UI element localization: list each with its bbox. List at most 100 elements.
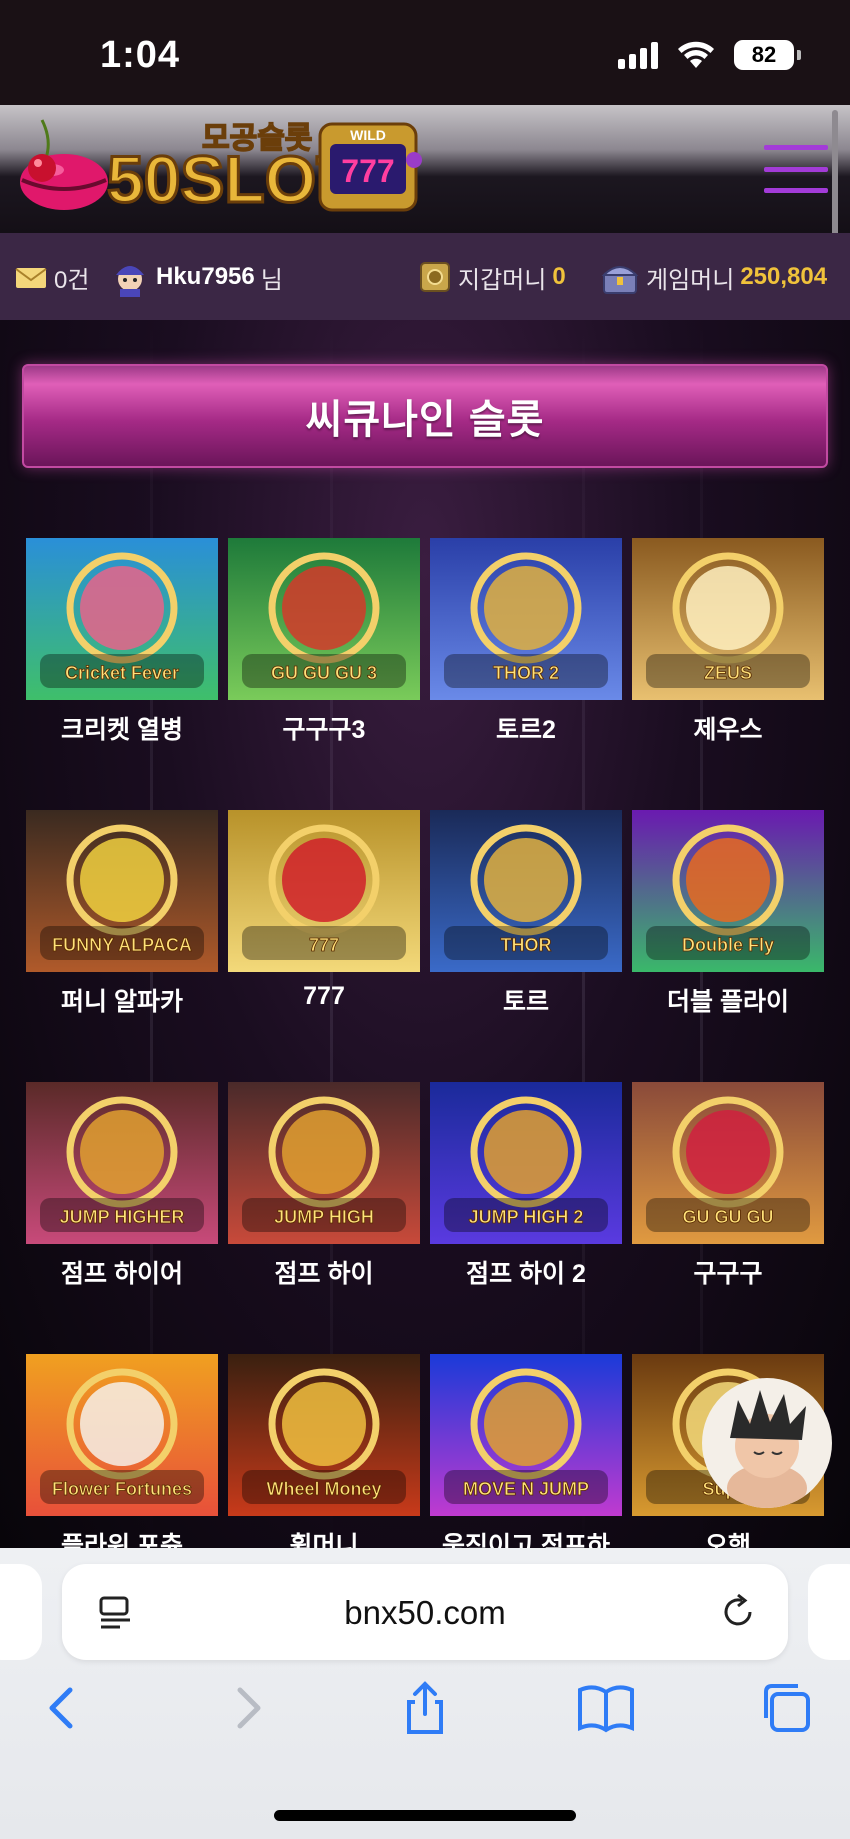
- game-thumbnail[interactable]: JUMP HIGHER: [26, 1082, 218, 1244]
- bookmarks-icon[interactable]: [576, 1678, 636, 1738]
- game-thumb-title: Double Fly: [682, 935, 774, 955]
- logo-wild-text: WILD: [350, 127, 386, 143]
- game-name[interactable]: 토르2: [430, 710, 622, 746]
- wallet-label: 지갑머니: [458, 266, 547, 294]
- site-logo[interactable]: 50SLOT 모공슬롯 777 WILD: [12, 110, 432, 230]
- share-icon[interactable]: [395, 1678, 455, 1738]
- game-artwork: ZEUS: [632, 538, 824, 700]
- game-name[interactable]: 점프 하이 2: [430, 1254, 622, 1290]
- game-card[interactable]: FUNNY ALPACA 퍼니 알파카: [26, 810, 218, 1030]
- user-avatar-icon: [116, 266, 144, 297]
- game-money-value: 250,804: [740, 263, 828, 290]
- username-suffix: 님: [260, 266, 283, 294]
- envelope-icon: [15, 268, 47, 288]
- game-thumbnail[interactable]: GU GU GU: [632, 1082, 824, 1244]
- home-indicator: [274, 1810, 576, 1821]
- floating-chat-button[interactable]: [702, 1378, 832, 1508]
- next-tab-preview[interactable]: [808, 1564, 850, 1660]
- game-artwork: Cricket Fever: [26, 538, 218, 700]
- game-thumbnail[interactable]: Double Fly: [632, 810, 824, 972]
- game-thumbnail[interactable]: Wheel Money: [228, 1354, 420, 1516]
- status-bar: 1:04 82: [0, 0, 850, 105]
- game-thumb-title: JUMP HIGH: [274, 1207, 374, 1227]
- game-card[interactable]: ZEUS 제우스: [632, 538, 824, 758]
- reload-icon[interactable]: [718, 1592, 758, 1632]
- game-artwork: Double Fly: [632, 810, 824, 972]
- game-money-label: 게임머니: [646, 266, 735, 294]
- game-card[interactable]: Double Fly 더블 플라이: [632, 810, 824, 1030]
- user-info-bar: 0건 Hku7956 님 지갑머니 0 게임머니 250,804: [0, 233, 850, 320]
- game-card[interactable]: GU GU GU 3 구구구3: [228, 538, 420, 758]
- game-card[interactable]: JUMP HIGHER 점프 하이어: [26, 1082, 218, 1302]
- user-profile[interactable]: Hku7956 님: [110, 257, 283, 297]
- game-thumbnail[interactable]: ZEUS: [632, 538, 824, 700]
- game-thumb-title: FUNNY ALPACA: [52, 935, 192, 955]
- game-artwork: JUMP HIGH 2: [430, 1082, 622, 1244]
- game-card[interactable]: JUMP HIGH 점프 하이: [228, 1082, 420, 1302]
- game-thumbnail[interactable]: MOVE N JUMP: [430, 1354, 622, 1516]
- game-card[interactable]: JUMP HIGH 2 점프 하이 2: [430, 1082, 622, 1302]
- address-bar[interactable]: bnx50.com: [62, 1564, 788, 1660]
- game-artwork: JUMP HIGH: [228, 1082, 420, 1244]
- messages-link[interactable]: 0건: [14, 257, 89, 297]
- game-name[interactable]: 점프 하이어: [26, 1254, 218, 1290]
- game-thumbnail[interactable]: THOR: [430, 810, 622, 972]
- game-thumb-title: Wheel Money: [266, 1479, 381, 1499]
- game-name[interactable]: 구구구3: [228, 710, 420, 746]
- forward-icon[interactable]: [216, 1678, 276, 1738]
- previous-tab-preview[interactable]: [0, 1564, 42, 1660]
- wallet-value: 0: [552, 263, 566, 290]
- game-name[interactable]: 777: [228, 982, 420, 1011]
- page-scrollbar[interactable]: [832, 110, 838, 250]
- game-name[interactable]: 플라워 포츈: [26, 1526, 218, 1548]
- game-thumbnail[interactable]: THOR 2: [430, 538, 622, 700]
- game-thumb-title: GU GU GU 3: [271, 663, 377, 683]
- tabs-icon[interactable]: [756, 1678, 816, 1738]
- back-icon[interactable]: [34, 1678, 94, 1738]
- game-name[interactable]: 퍼니 알파카: [26, 982, 218, 1018]
- game-thumbnail[interactable]: Flower Fortunes: [26, 1354, 218, 1516]
- logo-korean-text: 모공슬롯: [202, 121, 312, 156]
- game-name[interactable]: 구구구: [632, 1254, 824, 1290]
- game-card[interactable]: Cricket Fever 크리켓 열병: [26, 538, 218, 758]
- url-text: bnx50.com: [344, 1594, 506, 1631]
- game-thumbnail[interactable]: GU GU GU 3: [228, 538, 420, 700]
- game-name[interactable]: 움직이고 점프하: [430, 1526, 622, 1548]
- cherry-icon: [28, 119, 56, 182]
- game-thumb-title: ZEUS: [704, 663, 752, 683]
- game-name[interactable]: 점프 하이: [228, 1254, 420, 1290]
- game-thumbnail[interactable]: 777: [228, 810, 420, 972]
- wallet-money[interactable]: 지갑머니 0: [418, 257, 566, 297]
- game-thumbnail[interactable]: FUNNY ALPACA: [26, 810, 218, 972]
- menu-button[interactable]: [764, 145, 828, 193]
- game-card[interactable]: THOR 토르: [430, 810, 622, 1030]
- game-thumbnail[interactable]: Cricket Fever: [26, 538, 218, 700]
- game-name[interactable]: 휠머니: [228, 1526, 420, 1548]
- game-card[interactable]: 777 777: [228, 810, 420, 1030]
- game-artwork: GU GU GU: [632, 1082, 824, 1244]
- game-name[interactable]: 제우스: [632, 710, 824, 746]
- game-card[interactable]: Flower Fortunes 플라워 포츈: [26, 1354, 218, 1548]
- game-thumbnail[interactable]: JUMP HIGH: [228, 1082, 420, 1244]
- username: Hku7956: [156, 263, 255, 290]
- game-name[interactable]: 토르: [430, 982, 622, 1018]
- game-artwork: MOVE N JUMP: [430, 1354, 622, 1516]
- menu-line: [764, 145, 828, 150]
- game-card[interactable]: Wheel Money 휠머니: [228, 1354, 420, 1548]
- game-money[interactable]: 게임머니 250,804: [600, 257, 827, 297]
- game-name[interactable]: 더블 플라이: [632, 982, 824, 1018]
- game-name[interactable]: 크리켓 열병: [26, 710, 218, 746]
- game-card[interactable]: GU GU GU 구구구: [632, 1082, 824, 1302]
- game-artwork: Flower Fortunes: [26, 1354, 218, 1516]
- safe-icon: [420, 262, 450, 292]
- game-thumbnail[interactable]: JUMP HIGH 2: [430, 1082, 622, 1244]
- browser-toolbar: bnx50.com: [0, 1548, 850, 1839]
- game-card[interactable]: MOVE N JUMP 움직이고 점프하: [430, 1354, 622, 1548]
- main-content[interactable]: 씨큐나인 슬롯 Cricket Fever 크리켓 열병 GU GU GU 3 구구구…: [0, 320, 850, 1548]
- game-artwork: Wheel Money: [228, 1354, 420, 1516]
- game-card[interactable]: THOR 2 토르2: [430, 538, 622, 758]
- game-name[interactable]: 오행: [632, 1526, 824, 1548]
- treasure-chest-icon: [601, 266, 639, 294]
- slot-reel-icon: 777 WILD: [318, 122, 422, 212]
- menu-line: [764, 166, 828, 172]
